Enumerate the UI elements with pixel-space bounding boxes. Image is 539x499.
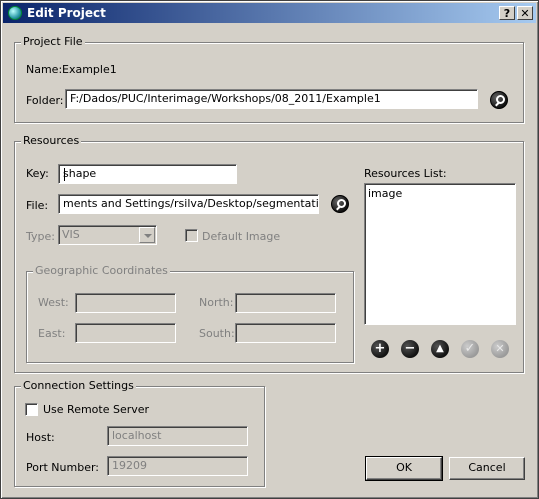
- north-input[interactable]: [235, 293, 336, 313]
- close-button[interactable]: ✕: [517, 6, 533, 20]
- move-up-icon[interactable]: ▲: [431, 340, 449, 358]
- port-input[interactable]: 19209: [107, 456, 248, 476]
- apply-resource-icon[interactable]: ✓: [461, 340, 479, 358]
- title-bar: Edit Project ? ✕: [3, 3, 536, 23]
- ok-button[interactable]: OK: [365, 456, 443, 481]
- cancel-resource-icon[interactable]: ✕: [491, 340, 509, 358]
- west-label: West:: [38, 296, 69, 309]
- name-label: Name:: [26, 63, 63, 76]
- folder-browse-icon[interactable]: [490, 91, 508, 109]
- project-file-group: Project File: [14, 35, 524, 123]
- folder-input[interactable]: F:/Dados/PUC/Interimage/Workshops/08_201…: [65, 89, 478, 109]
- resources-list-label: Resources List:: [364, 167, 447, 180]
- app-icon: [8, 6, 22, 20]
- edit-project-dialog: Edit Project ? ✕ Project File Name: Exam…: [0, 0, 539, 499]
- east-input[interactable]: [75, 323, 176, 343]
- file-browse-icon[interactable]: [331, 195, 349, 213]
- add-resource-icon[interactable]: +: [371, 340, 389, 358]
- cancel-button[interactable]: Cancel: [449, 457, 525, 480]
- key-input[interactable]: shape: [58, 164, 237, 184]
- type-select-value: VIS: [62, 228, 80, 241]
- geo-coordinates-group: Geographic Coordinates: [26, 264, 354, 363]
- text-caret: [64, 168, 65, 181]
- south-input[interactable]: [235, 323, 336, 343]
- help-button[interactable]: ?: [499, 6, 515, 20]
- folder-label: Folder:: [26, 94, 64, 107]
- project-file-legend: Project File: [21, 35, 85, 48]
- type-label: Type:: [26, 230, 55, 243]
- list-item[interactable]: image: [368, 187, 512, 200]
- host-label: Host:: [26, 431, 55, 444]
- remove-resource-icon[interactable]: −: [401, 340, 419, 358]
- resources-legend: Resources: [21, 134, 82, 147]
- host-input[interactable]: localhost: [107, 426, 248, 446]
- file-label: File:: [26, 199, 49, 212]
- use-remote-server-label: Use Remote Server: [43, 403, 150, 416]
- south-label: South:: [199, 327, 235, 340]
- key-input-value: shape: [63, 167, 97, 180]
- chevron-down-icon: [139, 227, 155, 243]
- name-value: Example1: [62, 63, 117, 76]
- key-label: Key:: [26, 167, 49, 180]
- type-select[interactable]: VIS: [58, 225, 157, 245]
- default-image-checkbox[interactable]: [185, 229, 198, 242]
- file-input[interactable]: ments and Settings/rsilva/Desktop/segmen…: [58, 194, 319, 214]
- port-label: Port Number:: [26, 461, 100, 474]
- use-remote-server-checkbox[interactable]: [25, 403, 38, 416]
- resources-list[interactable]: image: [364, 183, 516, 325]
- connection-settings-legend: Connection Settings: [21, 379, 136, 392]
- window-title: Edit Project: [27, 6, 106, 20]
- geo-coordinates-legend: Geographic Coordinates: [33, 264, 170, 277]
- default-image-label: Default Image: [202, 230, 281, 243]
- north-label: North:: [199, 296, 234, 309]
- west-input[interactable]: [75, 293, 176, 313]
- east-label: East:: [38, 327, 66, 340]
